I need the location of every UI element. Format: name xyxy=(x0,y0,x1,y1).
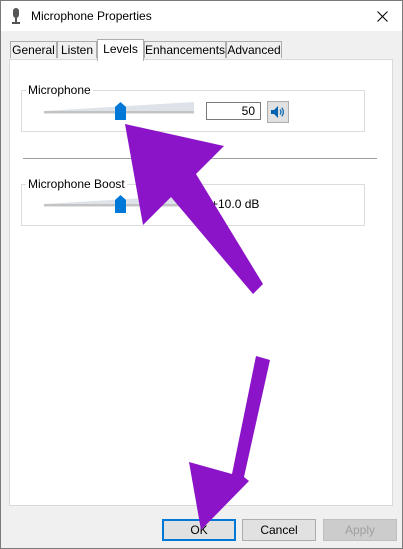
microphone-boost-label: Microphone Boost xyxy=(26,177,127,191)
ok-button[interactable]: OK xyxy=(162,519,236,541)
tab-listen[interactable]: Listen xyxy=(57,41,97,58)
microphone-boost-slider[interactable] xyxy=(44,195,194,213)
microphone-slider[interactable] xyxy=(44,102,194,120)
mute-button[interactable] xyxy=(267,101,289,123)
tab-advanced[interactable]: Advanced xyxy=(226,41,282,58)
tab-levels[interactable]: Levels xyxy=(97,39,144,61)
boost-slider-thumb[interactable] xyxy=(115,195,126,213)
properties-window: Microphone Properties General Listen Lev… xyxy=(0,0,403,549)
microphone-icon xyxy=(12,8,20,24)
close-icon xyxy=(376,10,388,22)
cancel-button[interactable]: Cancel xyxy=(242,519,316,541)
microphone-label: Microphone xyxy=(26,83,93,97)
speaker-icon xyxy=(271,106,284,118)
boost-level-value: +10.0 dB xyxy=(211,197,260,211)
window-title: Microphone Properties xyxy=(31,9,152,23)
microphone-slider-thumb[interactable] xyxy=(115,102,126,120)
apply-button: Apply xyxy=(323,519,397,541)
separator xyxy=(23,158,377,159)
tab-general[interactable]: General xyxy=(10,41,57,58)
title-bar: Microphone Properties xyxy=(1,1,402,31)
tab-enhancements[interactable]: Enhancements xyxy=(144,41,226,58)
close-button[interactable] xyxy=(362,1,402,31)
microphone-level-input[interactable]: 50 xyxy=(206,102,261,120)
